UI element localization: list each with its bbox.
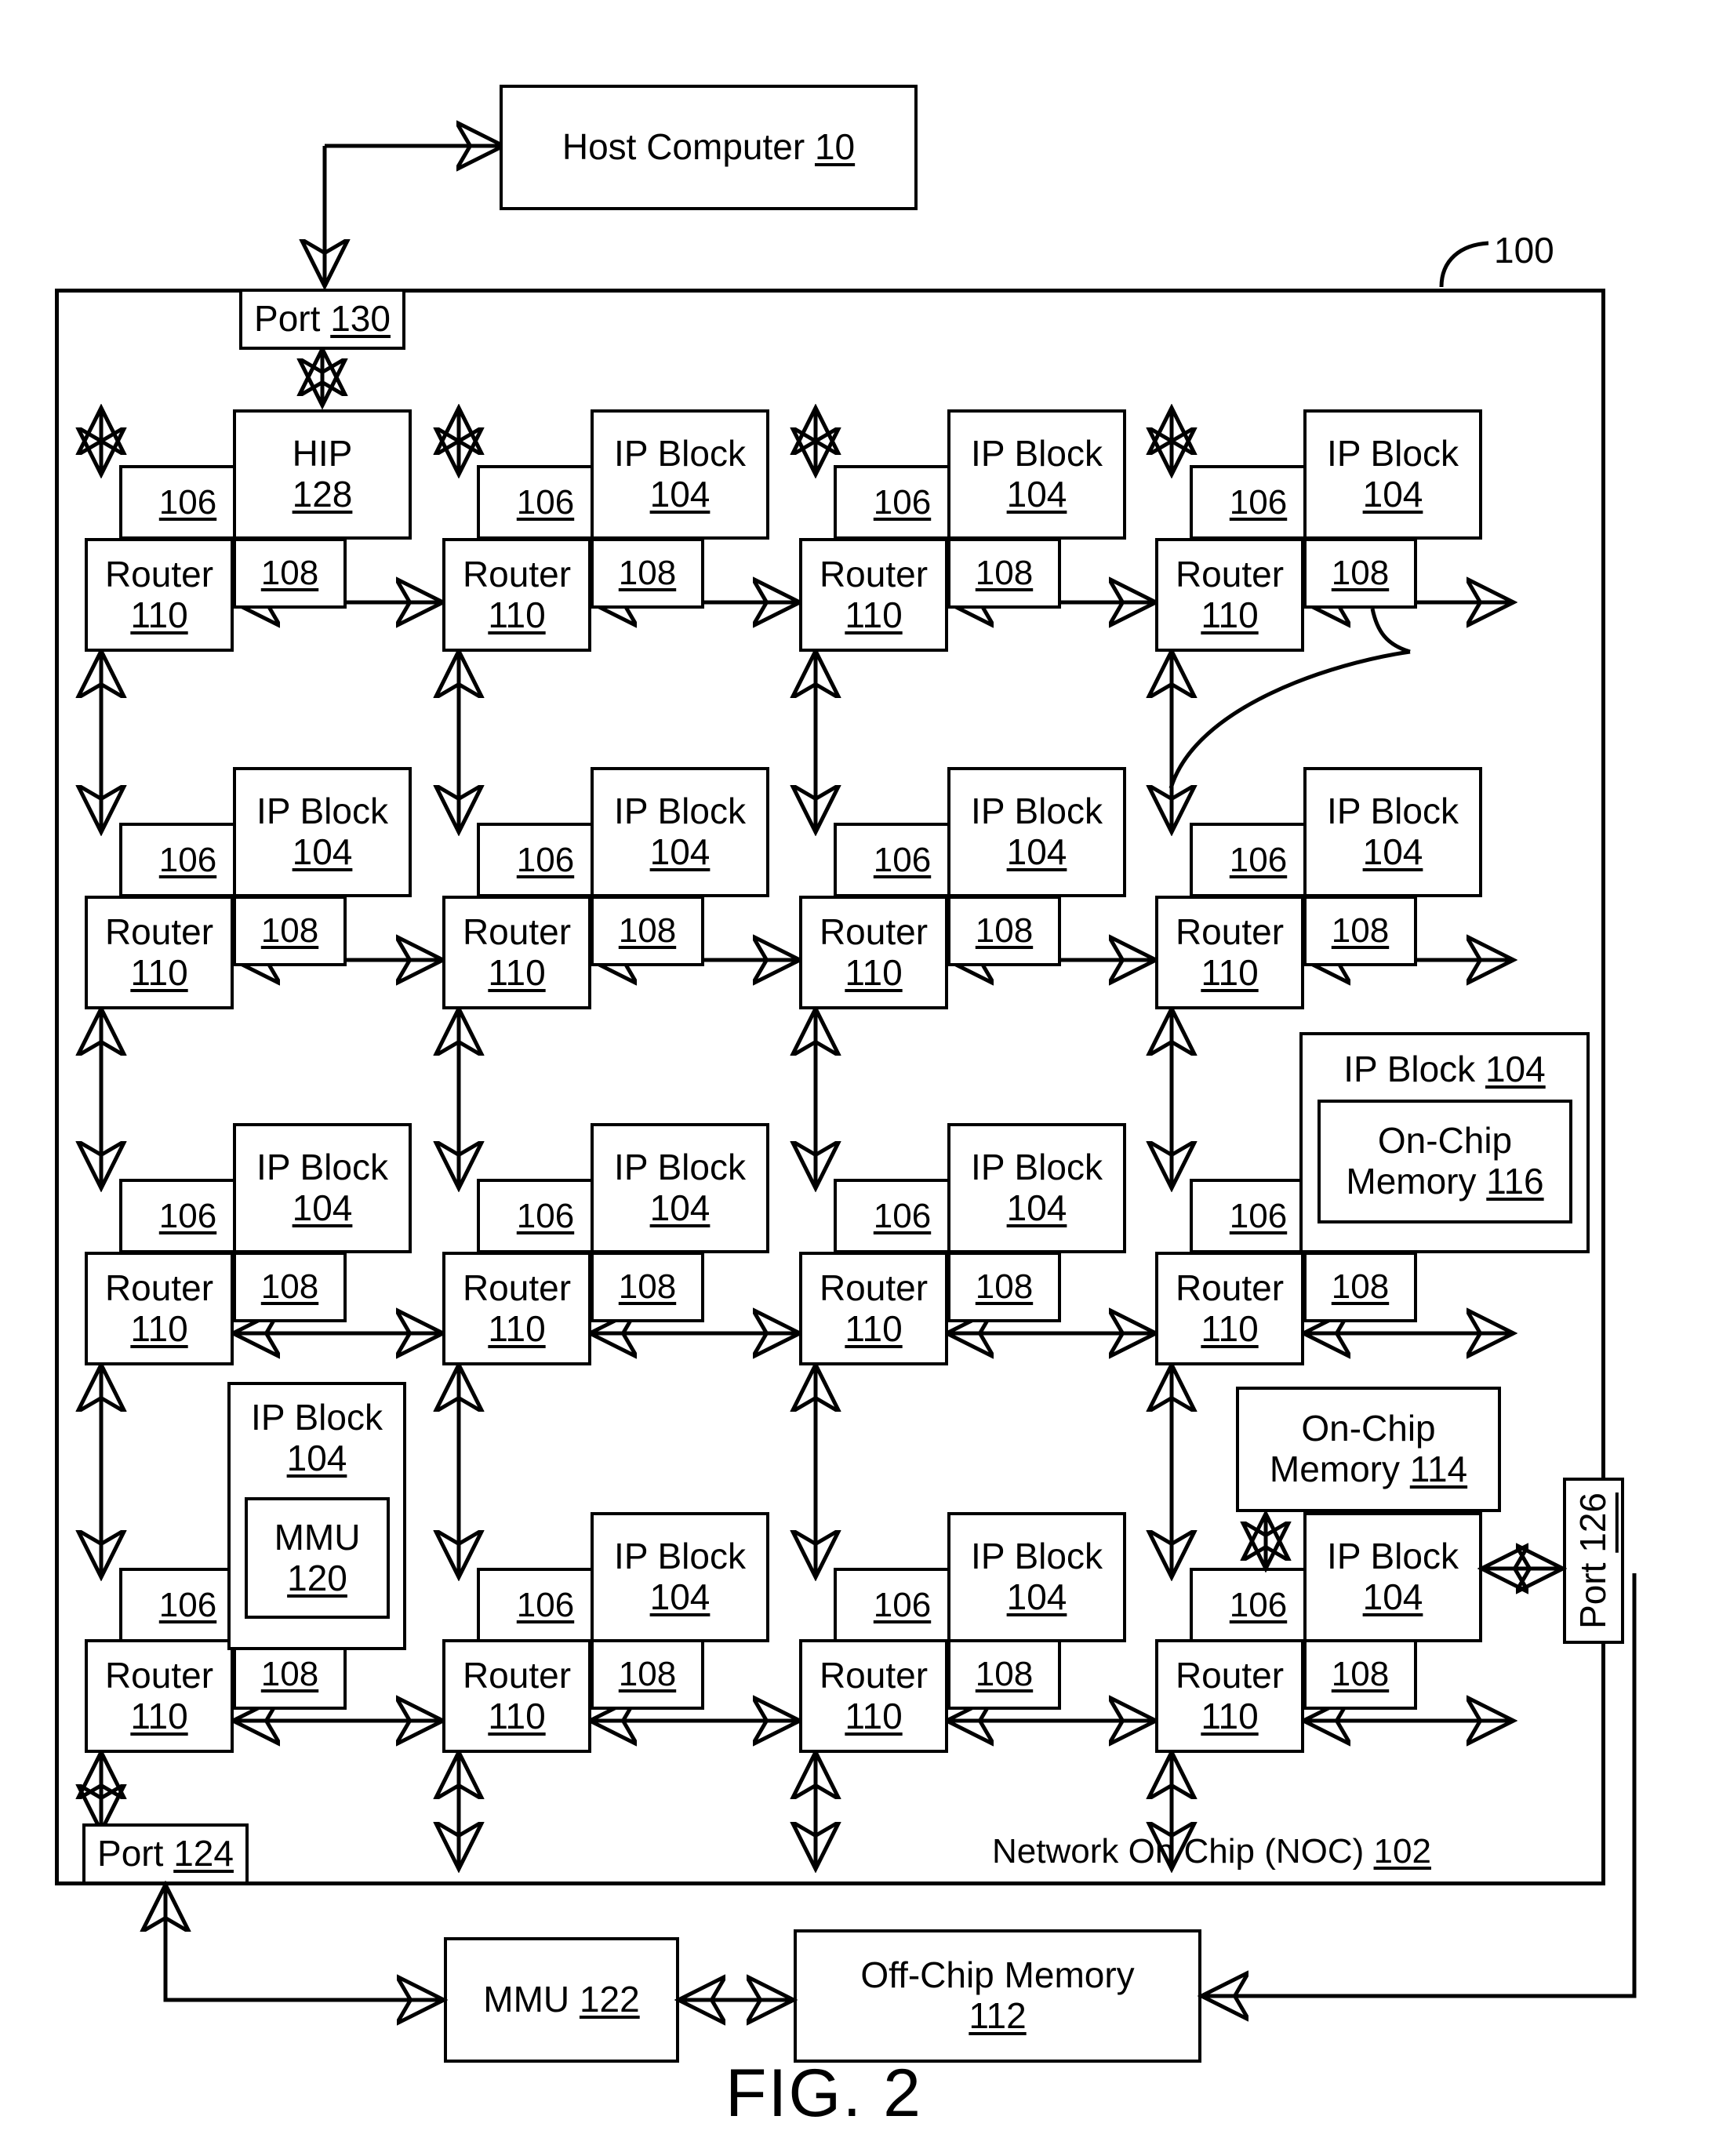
network-interface-108-r3c1: 108 xyxy=(233,1252,347,1322)
router-r4c4: Router 110 xyxy=(1155,1639,1304,1753)
hip-block-r1c1: HIP 128 xyxy=(233,409,412,540)
router-r1c2: Router 110 xyxy=(442,538,591,652)
ip-block-r4c2: IP Block 104 xyxy=(591,1512,769,1642)
on-chip-memory-114-box: On-Chip Memory 114 xyxy=(1236,1387,1501,1512)
network-interface-108-r3c4: 108 xyxy=(1303,1252,1417,1322)
mmu-120-box: MMU 120 xyxy=(245,1497,390,1619)
network-interface-108-r3c2: 108 xyxy=(591,1252,704,1322)
ip-block-r1c2: IP Block 104 xyxy=(591,409,769,540)
network-interface-108-r2c3: 108 xyxy=(947,896,1061,966)
network-interface-108-r3c3: 108 xyxy=(947,1252,1061,1322)
ip-block-r4c4: IP Block 104 xyxy=(1303,1512,1482,1642)
ip-block-r1c3: IP Block 104 xyxy=(947,409,1126,540)
host-computer-label: Host Computer xyxy=(562,126,805,168)
router-r3c2: Router 110 xyxy=(442,1252,591,1365)
router-r3c4: Router 110 xyxy=(1155,1252,1304,1365)
noc-title: Network On Chip (NOC) 102 xyxy=(992,1832,1431,1871)
network-interface-108-r1c3: 108 xyxy=(947,538,1061,609)
port-130-box[interactable]: Port 130 xyxy=(239,289,405,350)
port-124-box[interactable]: Port 124 xyxy=(82,1823,249,1885)
port-124-label: Port xyxy=(97,1833,164,1874)
ip-block-r2c2: IP Block 104 xyxy=(591,767,769,897)
port-126-label: Port xyxy=(1572,1562,1614,1629)
network-interface-108-r2c2: 108 xyxy=(591,896,704,966)
ip-block-r3c1: IP Block 104 xyxy=(233,1123,412,1253)
off-chip-memory-112-box: Off-Chip Memory 112 xyxy=(794,1929,1201,2063)
router-r4c2: Router 110 xyxy=(442,1639,591,1753)
port-126-ref: 126 xyxy=(1572,1492,1614,1553)
host-computer-box: Host Computer 10 xyxy=(500,85,918,210)
port-126-box[interactable]: Port 126 xyxy=(1563,1478,1624,1644)
network-interface-108-r2c1: 108 xyxy=(233,896,347,966)
network-interface-108-r4c2: 108 xyxy=(591,1639,704,1710)
router-r1c4: Router 110 xyxy=(1155,538,1304,652)
port-130-ref: 130 xyxy=(330,298,391,340)
ip-block-r4c3: IP Block 104 xyxy=(947,1512,1126,1642)
ip-block-r2c3: IP Block 104 xyxy=(947,767,1126,897)
on-chip-memory-116-box: On-Chip Memory 116 xyxy=(1317,1100,1572,1223)
system-ref-100: 100 xyxy=(1494,230,1554,271)
router-r2c2: Router 110 xyxy=(442,896,591,1009)
router-r4c3: Router 110 xyxy=(799,1639,948,1753)
router-r1c3: Router 110 xyxy=(799,538,948,652)
network-interface-108-r1c4: 108 xyxy=(1303,538,1417,609)
ip-block-r1c4: IP Block 104 xyxy=(1303,409,1482,540)
router-r2c3: Router 110 xyxy=(799,896,948,1009)
port-124-ref: 124 xyxy=(173,1833,234,1874)
figure-caption: FIG. 2 xyxy=(725,2056,922,2131)
network-interface-108-r1c1: 108 xyxy=(233,538,347,609)
router-r2c4: Router 110 xyxy=(1155,896,1304,1009)
noc-ref: 102 xyxy=(1373,1832,1431,1871)
network-interface-108-r2c4: 108 xyxy=(1303,896,1417,966)
router-r4c1: Router 110 xyxy=(85,1639,234,1753)
ip-block-r3c3: IP Block 104 xyxy=(947,1123,1126,1253)
ip-block-r2c1: IP Block 104 xyxy=(233,767,412,897)
hip-label: HIP xyxy=(292,433,353,474)
mmu-122-box: MMU 122 xyxy=(444,1937,679,2063)
router-r1c1: Router 110 xyxy=(85,538,234,652)
router-r3c1: Router 110 xyxy=(85,1252,234,1365)
ip-block-r2c4: IP Block 104 xyxy=(1303,767,1482,897)
patent-figure-2: Host Computer 10 Network On Chip (NOC) 1… xyxy=(0,0,1730,2156)
router-r2c1: Router 110 xyxy=(85,896,234,1009)
noc-title-text: Network On Chip (NOC) xyxy=(992,1832,1365,1871)
hip-ref: 128 xyxy=(292,474,353,514)
router-r3c3: Router 110 xyxy=(799,1252,948,1365)
ip-block-r3c2: IP Block 104 xyxy=(591,1123,769,1253)
port-130-label: Port xyxy=(254,298,321,340)
network-interface-108-r4c3: 108 xyxy=(947,1639,1061,1710)
host-computer-ref: 10 xyxy=(814,126,856,168)
network-interface-108-r1c2: 108 xyxy=(591,538,704,609)
network-interface-108-r4c4: 108 xyxy=(1303,1639,1417,1710)
